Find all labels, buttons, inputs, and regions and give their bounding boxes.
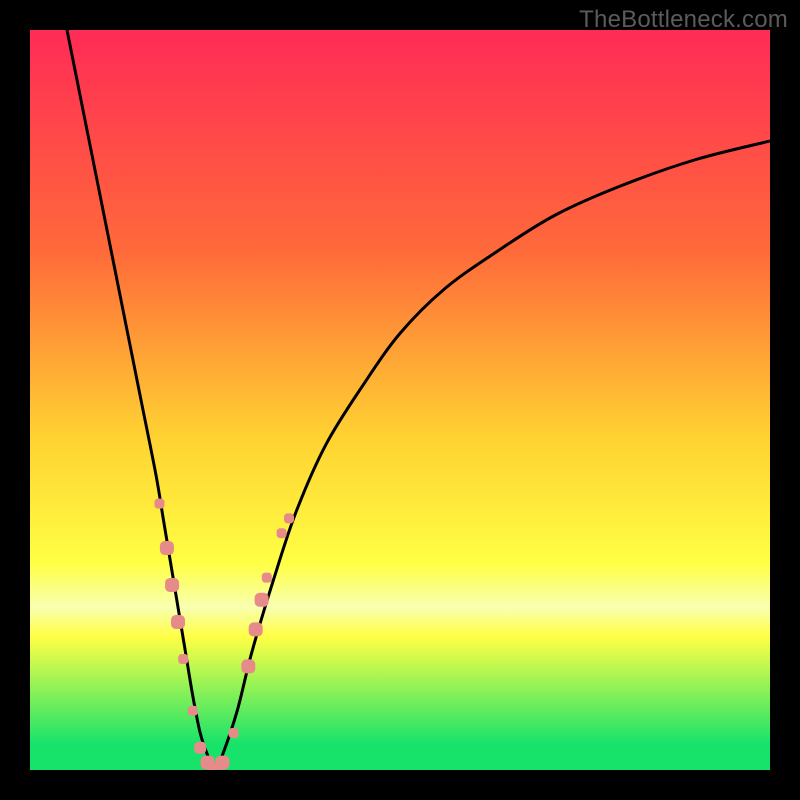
data-marker: [188, 706, 198, 716]
data-marker: [194, 742, 206, 754]
data-marker: [284, 513, 294, 523]
data-marker: [262, 573, 272, 583]
data-markers: [30, 30, 770, 770]
data-marker: [165, 578, 179, 592]
data-marker: [160, 541, 174, 555]
chart-frame: TheBottleneck.com: [0, 0, 800, 800]
data-marker: [255, 593, 269, 607]
data-marker: [229, 728, 239, 738]
watermark-label: TheBottleneck.com: [579, 6, 788, 34]
data-marker: [171, 615, 185, 629]
data-marker: [155, 499, 165, 509]
plot-area: [30, 30, 770, 770]
data-marker: [178, 654, 188, 664]
data-marker: [215, 756, 229, 770]
data-marker: [277, 528, 287, 538]
data-marker: [249, 622, 263, 636]
data-marker: [241, 659, 255, 673]
